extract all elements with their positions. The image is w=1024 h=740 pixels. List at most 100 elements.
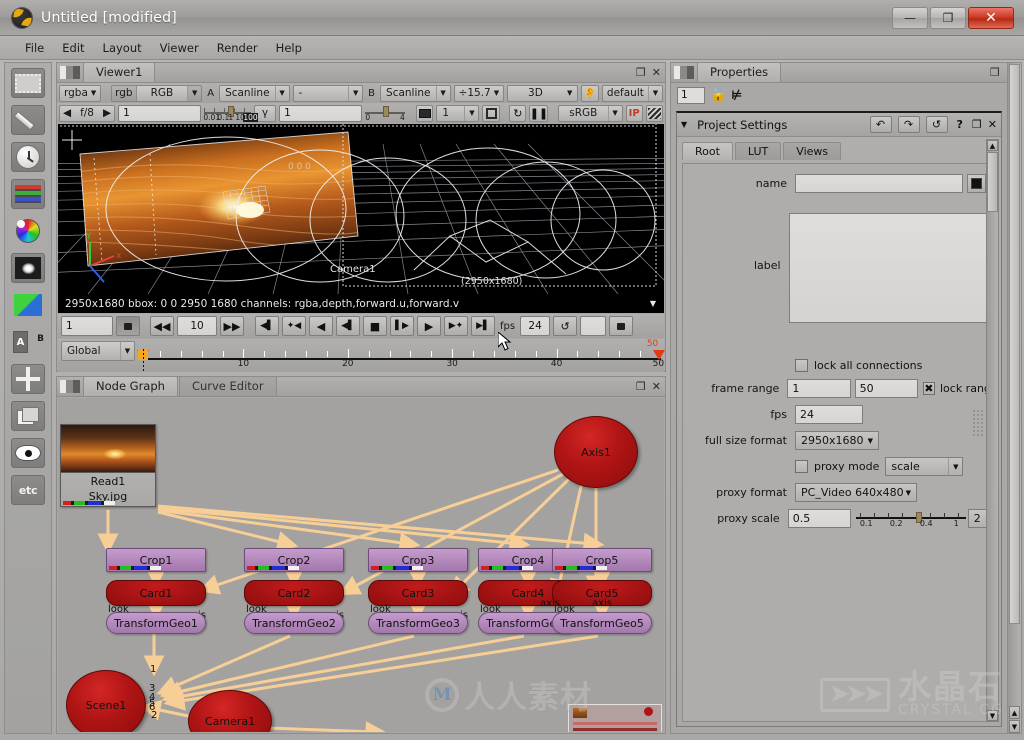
node-card2[interactable]: Card2: [244, 580, 344, 606]
pane-grip-icon[interactable]: [674, 66, 694, 79]
next-keyframe-button[interactable]: ▶✦: [444, 316, 468, 336]
gain-next-icon[interactable]: ▶: [100, 107, 114, 119]
chevron-down-icon[interactable]: ▼: [650, 299, 656, 308]
checkerboard-icon[interactable]: [645, 104, 664, 122]
float-pane-icon[interactable]: ❐: [636, 380, 646, 393]
window-scrollbar-thumb[interactable]: [1009, 64, 1020, 624]
frame-increment-input[interactable]: 10: [177, 316, 217, 336]
transport-blank-button[interactable]: [580, 316, 607, 336]
unlock-icon[interactable]: [609, 316, 634, 336]
menu-item-help[interactable]: Help: [267, 39, 311, 57]
help-icon[interactable]: ?: [954, 118, 966, 131]
wipe-selector[interactable]: - ▼: [292, 84, 364, 102]
pane-grip-icon[interactable]: [60, 66, 80, 79]
collapse-icon[interactable]: ▼: [681, 120, 687, 129]
menu-item-layout[interactable]: Layout: [94, 39, 151, 57]
node-axis1[interactable]: Axis1: [554, 416, 638, 488]
gain-input[interactable]: 1: [118, 104, 202, 122]
play-backward-button[interactable]: ◀: [309, 316, 333, 336]
menu-item-file[interactable]: File: [16, 39, 53, 57]
layer-selector[interactable]: rgb RGB ▼: [111, 84, 203, 102]
menu-item-viewer[interactable]: Viewer: [151, 39, 208, 57]
b-input-selector[interactable]: Scanline ▼: [380, 84, 451, 102]
scrollbar-thumb[interactable]: [987, 152, 998, 212]
image-nodes-icon[interactable]: [11, 68, 45, 98]
tab-root[interactable]: Root: [682, 142, 733, 160]
gamma-slider[interactable]: 0 4: [365, 105, 405, 122]
colorspace-selector[interactable]: sRGB ▼: [558, 104, 623, 122]
max-panels-input[interactable]: 1: [677, 86, 705, 104]
node-crop1[interactable]: Crop1: [106, 548, 206, 572]
other-nodes-icon[interactable]: etc: [11, 475, 45, 505]
full-size-format-selector[interactable]: 2950x1680 ▼: [795, 431, 879, 450]
scroll-up-icon[interactable]: ▲: [987, 140, 998, 151]
proxy-scale-slider[interactable]: 0.1 0.2 0.4 1: [856, 509, 966, 528]
label-textarea[interactable]: [788, 213, 987, 323]
node-transformgeo1[interactable]: TransformGeo1: [106, 612, 206, 634]
float-pane-icon[interactable]: ❐: [636, 66, 646, 79]
proxy-format-selector[interactable]: PC_Video 640x480 ▼: [795, 483, 917, 502]
lock-icon[interactable]: [116, 316, 140, 336]
timeline-track[interactable]: 10 20 30 40 50 50: [137, 339, 665, 371]
view-mode-selector[interactable]: 3D ▼: [507, 84, 578, 102]
play-forward-button[interactable]: ▶: [417, 316, 441, 336]
node-read1[interactable]: Read1 Sky.jpg: [60, 424, 156, 507]
tab-views[interactable]: Views: [783, 142, 842, 160]
maximize-button[interactable]: ❐: [930, 6, 966, 29]
scroll-down-icon[interactable]: ▼: [1009, 720, 1020, 733]
prev-keyframe-button[interactable]: ✦◀: [282, 316, 306, 336]
ip-button[interactable]: IP: [625, 104, 643, 122]
zoom-selector[interactable]: ÷15.7 ▼: [453, 84, 505, 102]
current-frame-input[interactable]: 1: [61, 316, 113, 336]
frame-range-start-input[interactable]: 1: [787, 379, 851, 398]
roi-icon[interactable]: [482, 104, 500, 122]
node-transformgeo5[interactable]: TransformGeo5: [552, 612, 652, 634]
a-input-selector[interactable]: Scanline ▼: [219, 84, 290, 102]
gain-stepper[interactable]: ◀ f/8 ▶: [59, 104, 116, 122]
proxy-scale-max-value[interactable]: 2: [967, 509, 987, 528]
proxy-mode-selector[interactable]: scale ▼: [885, 457, 964, 476]
menu-item-edit[interactable]: Edit: [53, 39, 93, 57]
tab-lut[interactable]: LUT: [734, 142, 782, 160]
draw-nodes-icon[interactable]: [11, 105, 45, 135]
first-frame-button[interactable]: ◀▌: [255, 316, 279, 336]
downrez-selector[interactable]: 1 ▼: [436, 104, 480, 122]
tab-viewer1[interactable]: Viewer1: [83, 62, 156, 82]
timeline-scope-selector[interactable]: Global ▼: [61, 341, 135, 361]
out-point-marker[interactable]: [653, 350, 665, 360]
node-transformgeo2[interactable]: TransformGeo2: [244, 612, 344, 634]
proxy-icon[interactable]: [416, 104, 434, 122]
pause-icon[interactable]: ❚❚: [529, 104, 549, 122]
stop-button[interactable]: ■: [363, 316, 387, 336]
proxy-mode-checkbox[interactable]: [795, 460, 808, 473]
scroll-down-icon[interactable]: ▼: [987, 710, 998, 721]
revert-icon[interactable]: ↺: [925, 116, 948, 133]
close-pane-icon[interactable]: ✕: [652, 380, 661, 393]
properties-scrollbar[interactable]: ▲ ▼: [986, 139, 999, 722]
redo-icon[interactable]: ↷: [897, 116, 920, 133]
refresh-icon[interactable]: ↻: [509, 104, 527, 122]
gain-slider[interactable]: 0.01 0.1 1 10 100: [203, 105, 258, 122]
channel-nodes-icon[interactable]: [11, 179, 45, 209]
window-scrollbar[interactable]: ▲ ▼: [1007, 62, 1022, 734]
transform-nodes-icon[interactable]: [11, 364, 45, 394]
filter-nodes-icon[interactable]: [11, 253, 45, 283]
viewer-3d-viewport[interactable]: Y x Camera1 (2950x1680) 0 0 0: [58, 124, 664, 294]
merge-nodes-icon[interactable]: AB: [11, 327, 45, 357]
node-card1[interactable]: Card1: [106, 580, 206, 606]
stereo-icon[interactable]: 👂: [580, 84, 599, 102]
float-pane-icon[interactable]: ❐: [990, 66, 1000, 79]
node-crop2[interactable]: Crop2: [244, 548, 344, 572]
gain-prev-icon[interactable]: ◀: [60, 107, 74, 119]
3d-nodes-icon[interactable]: [11, 401, 45, 431]
close-panel-icon[interactable]: ✕: [988, 118, 997, 131]
viewer-process-selector[interactable]: default ▼: [601, 84, 663, 102]
node-transformgeo3[interactable]: TransformGeo3: [368, 612, 468, 634]
node-crop3[interactable]: Crop3: [368, 548, 468, 572]
keyer-nodes-icon[interactable]: [11, 290, 45, 320]
rewind-button[interactable]: ◀◀: [150, 316, 174, 336]
float-panel-icon[interactable]: ❐: [972, 118, 982, 131]
frame-range-end-input[interactable]: 50: [854, 379, 918, 398]
gamma-input[interactable]: 1: [279, 104, 363, 122]
last-frame-button[interactable]: ▶▌: [471, 316, 495, 336]
